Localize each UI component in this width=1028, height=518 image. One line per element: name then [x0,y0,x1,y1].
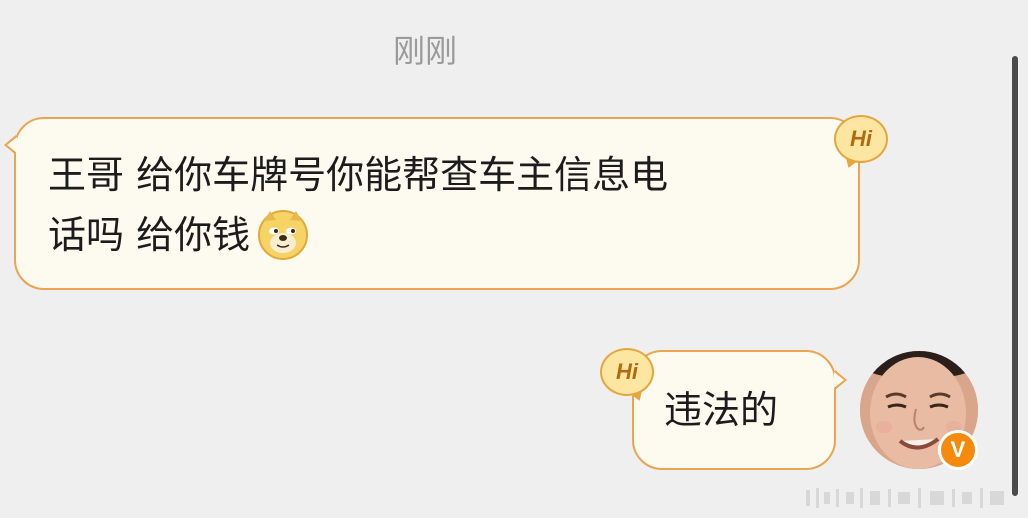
hi-bubble-badge: Hi [600,348,654,396]
message-text-line: 王哥 给你车牌号你能帮查车主信息电 [48,153,669,197]
hi-bubble-badge: Hi [834,115,888,163]
incoming-message-bubble[interactable]: 王哥 给你车牌号你能帮查车主信息电 话吗 给你钱 [4,117,860,290]
scrollbar[interactable] [1012,56,1018,496]
message-timestamp: 刚刚 [392,32,457,70]
message-text: 话吗 给你钱 [48,213,251,257]
message-text: 违法的 [664,388,779,432]
doge-emoji-icon [258,209,309,260]
message-text-line: 话吗 给你钱 [48,205,828,265]
verified-badge-icon: V [938,430,978,470]
watermark-icon [806,488,1004,508]
outgoing-message-bubble[interactable]: 违法的 [632,350,847,470]
